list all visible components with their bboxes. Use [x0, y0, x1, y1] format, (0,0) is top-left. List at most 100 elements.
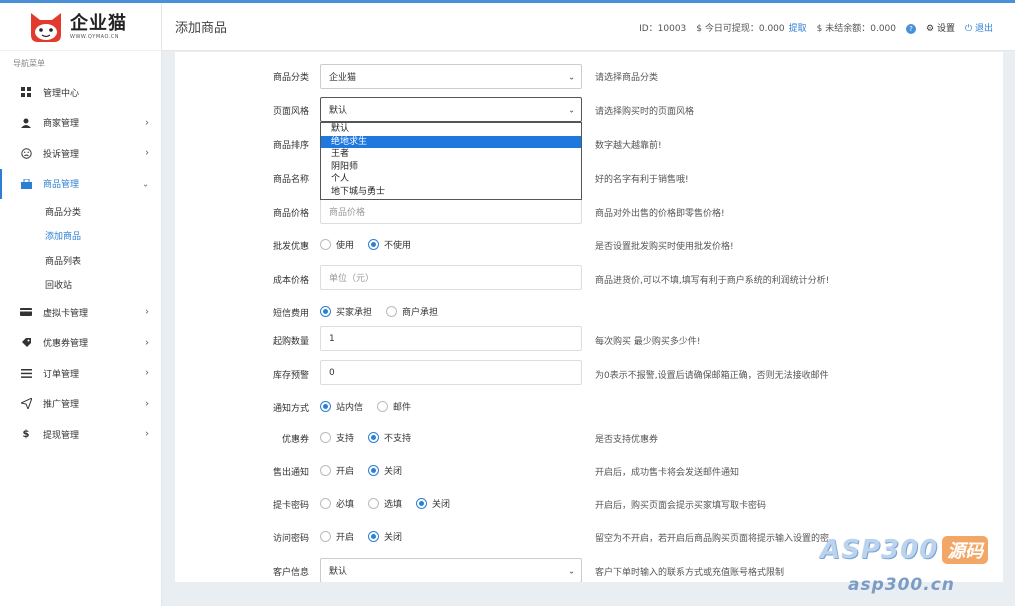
dollar-icon: $ — [22, 428, 30, 440]
sidebar-item-promotion[interactable]: 推广管理 › — [0, 389, 161, 420]
sidebar-item-merchants[interactable]: 商家管理 › — [0, 108, 161, 139]
radio-label: 不使用 — [384, 240, 412, 251]
radio-label: 选填 — [384, 499, 403, 510]
chevron-right-icon: › — [145, 398, 149, 410]
settings-link[interactable]: ⚙ 设置 — [926, 21, 955, 34]
sidebar-item-virtual-cards[interactable]: 虚拟卡管理 › — [0, 297, 161, 328]
watermark-url: asp300.cn — [848, 575, 955, 595]
style-option[interactable]: 阴阳师 — [321, 161, 581, 174]
radio-label: 支持 — [336, 433, 355, 444]
chevron-down-icon: ⌄ — [142, 179, 149, 189]
min-qty-input[interactable]: 1 — [320, 326, 582, 351]
style-option[interactable]: 个人 — [321, 173, 581, 186]
power-icon: ⏻ — [964, 23, 973, 34]
radio-label: 邮件 — [393, 402, 412, 413]
sidebar-item-dashboard[interactable]: 管理中心 — [0, 77, 161, 108]
chevron-down-icon: ⌄ — [568, 566, 575, 575]
sale-notify-off-radio[interactable]: 关闭 — [368, 464, 402, 477]
sms-merchant-radio[interactable]: 商户承担 — [386, 305, 438, 318]
send-icon — [20, 398, 32, 410]
style-option[interactable]: 王者 — [321, 148, 581, 161]
wholesale-help: 是否设置批发购买时使用批发价格! — [595, 242, 734, 252]
stock-alert-help: 为0表示不报警,设置后请确保邮箱正确，否则无法接收邮件 — [595, 371, 829, 381]
cost-input[interactable]: 单位（元） — [320, 265, 582, 290]
coupon-label: 优惠券 — [281, 435, 309, 445]
radio-label: 开启 — [336, 532, 355, 543]
radio-circle — [368, 464, 380, 476]
customer-info-value: 默认 — [329, 567, 348, 577]
radio-circle — [320, 238, 331, 250]
wholesale-use-radio[interactable]: 使用 — [320, 238, 354, 251]
notify-inbox-radio[interactable]: 站内信 — [320, 400, 363, 413]
sms-label: 短信费用 — [272, 309, 309, 319]
sidebar-item-label: 优惠券管理 — [43, 339, 89, 350]
chevron-right-icon: › — [145, 428, 149, 440]
category-help: 请选择商品分类 — [595, 73, 659, 83]
style-option[interactable]: 地下城与勇士 — [321, 186, 581, 199]
access-pwd-off-radio[interactable]: 关闭 — [368, 530, 402, 543]
product-form-card: 商品分类 企业猫 ⌄ 请选择商品分类 页面风格 默认 ⌄ 请选择购买时的页面风格… — [175, 52, 1003, 582]
cost-help: 商品进货价,可以不填,填写有利于商户系统的利润统计分析! — [595, 276, 830, 286]
help-icon[interactable]: ? — [906, 23, 917, 34]
card-pwd-optional-radio[interactable]: 选填 — [368, 497, 402, 510]
sidebar-item-products[interactable]: 商品管理 ⌄ — [0, 168, 161, 200]
access-pwd-on-radio[interactable]: 开启 — [320, 530, 354, 543]
radio-circle — [368, 530, 380, 542]
customer-info-select[interactable]: 默认 ⌄ — [320, 558, 582, 582]
coupon-support-radio[interactable]: 支持 — [320, 431, 354, 444]
radio-label: 关闭 — [384, 466, 403, 477]
access-pwd-help: 留空为不开启，若开启后商品购买页面将提示输入设置的密 — [595, 534, 830, 544]
radio-circle — [377, 400, 389, 412]
sort-label: 商品排序 — [272, 141, 309, 151]
merchant-id: ID：10003 — [639, 23, 687, 34]
page-style-label: 页面风格 — [272, 107, 309, 117]
sidebar-item-label: 商品管理 — [43, 180, 80, 191]
tag-icon — [20, 337, 32, 349]
page-style-select[interactable]: 默认 ⌄ — [320, 97, 582, 122]
style-option[interactable]: 默认 — [321, 123, 581, 136]
radio-circle — [320, 400, 331, 412]
chevron-right-icon: › — [145, 306, 149, 318]
radio-circle — [368, 497, 380, 509]
withdraw-link[interactable]: 提取 — [789, 21, 807, 34]
sidebar-item-coupons[interactable]: 优惠券管理 › — [0, 328, 161, 359]
card-pwd-label: 提卡密码 — [272, 501, 309, 511]
style-option[interactable]: 绝地求生 — [321, 135, 581, 149]
radio-label: 必填 — [336, 499, 355, 510]
price-input[interactable]: 商品价格 — [320, 199, 582, 224]
chevron-down-icon: ⌄ — [568, 72, 575, 81]
logout-link[interactable]: ⏻ 退出 — [965, 21, 993, 34]
wholesale-nouse-radio[interactable]: 不使用 — [368, 238, 411, 251]
radio-label: 不支持 — [384, 433, 412, 444]
chevron-right-icon: › — [145, 117, 149, 129]
category-value: 企业猫 — [329, 73, 357, 83]
card-pwd-required-radio[interactable]: 必填 — [320, 497, 354, 510]
card-pwd-help: 开启后，购买页面会提示买家填写取卡密码 — [595, 501, 767, 511]
cat-logo-icon — [28, 11, 64, 43]
sale-notify-on-radio[interactable]: 开启 — [320, 464, 354, 477]
category-select[interactable]: 企业猫 ⌄ — [320, 64, 582, 89]
gear-icon: ⚙ — [926, 23, 935, 34]
stock-alert-input[interactable]: 0 — [320, 360, 582, 385]
sub-item-add-product[interactable]: 添加商品 — [0, 224, 161, 249]
sidebar-item-label: 投诉管理 — [43, 149, 80, 160]
sort-help: 数字越大越靠前! — [595, 141, 662, 151]
sub-item-category[interactable]: 商品分类 — [0, 199, 161, 224]
sidebar-item-label: 提现管理 — [43, 430, 80, 441]
sidebar-item-orders[interactable]: 订单管理 › — [0, 358, 161, 389]
sub-item-recycle-bin[interactable]: 回收站 — [0, 273, 161, 298]
sidebar-item-withdrawals[interactable]: $ 提现管理 › — [0, 419, 161, 450]
sale-notify-help: 开启后，成功售卡将会发送邮件通知 — [595, 468, 740, 478]
card-pwd-off-radio[interactable]: 关闭 — [416, 497, 450, 510]
radio-circle — [320, 431, 331, 443]
watermark-brand: ASP300 — [820, 535, 939, 565]
coupon-nosupport-radio[interactable]: 不支持 — [368, 431, 411, 444]
card-icon — [20, 306, 32, 318]
sub-item-product-list[interactable]: 商品列表 — [0, 248, 161, 273]
notify-email-radio[interactable]: 邮件 — [377, 400, 411, 413]
sms-buyer-radio[interactable]: 买家承担 — [320, 305, 372, 318]
cost-label: 成本价格 — [272, 276, 309, 286]
name-help: 好的名字有利于销售哦! — [595, 175, 689, 185]
sidebar-item-complaints[interactable]: 投诉管理 › — [0, 138, 161, 169]
logo[interactable]: 企业猫 WWW.QYMAO.CN — [0, 3, 161, 51]
